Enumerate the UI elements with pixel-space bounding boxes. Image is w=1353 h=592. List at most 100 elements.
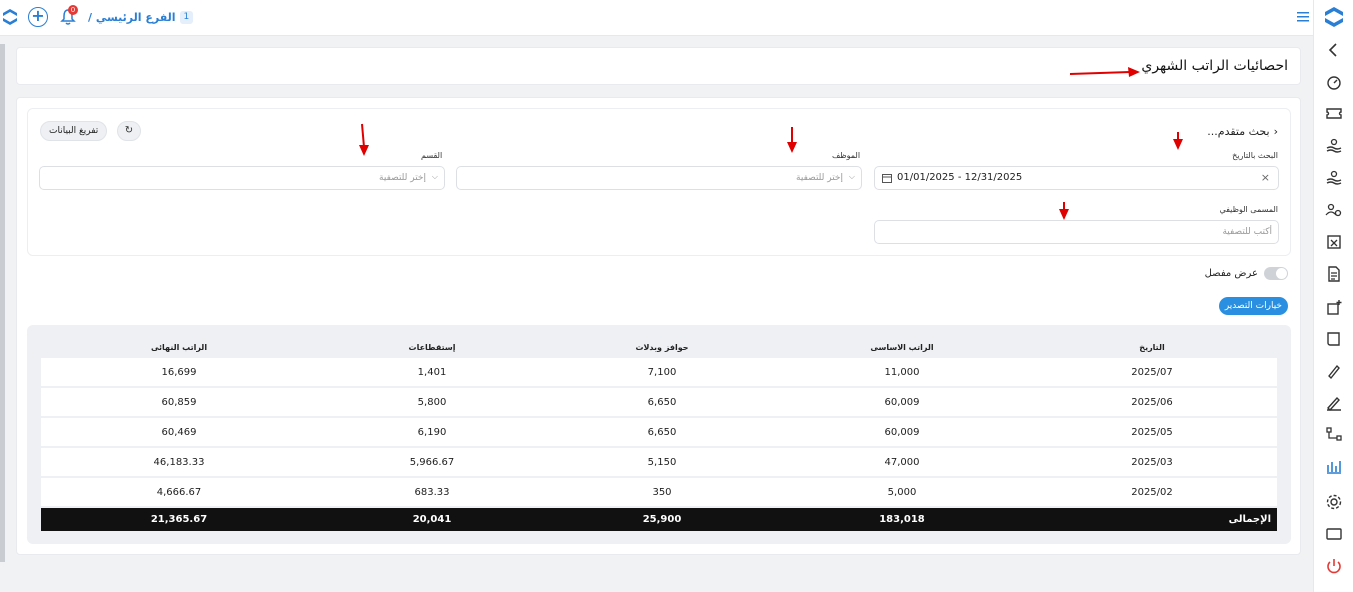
header-final-salary: الراتب النهائى	[150, 343, 208, 352]
department-select[interactable]: ⌵ إختر للتصفية	[39, 166, 445, 190]
gear-icon[interactable]	[1325, 493, 1343, 511]
date-range-input[interactable]: × 01/01/2025 - 12/31/2025	[874, 166, 1279, 190]
header-date: التاريخ	[1139, 343, 1165, 352]
top-bar: + 0 1 الفرع الرئيسي /	[0, 0, 1313, 36]
document-x-icon[interactable]	[1325, 233, 1343, 251]
header-basic-salary: الراتب الاساسى	[870, 343, 934, 352]
add-button[interactable]: +	[28, 7, 48, 27]
cell-basic: 5,000	[777, 476, 1027, 508]
bar-chart-icon[interactable]	[1325, 457, 1343, 475]
toggle-switch[interactable]	[1264, 267, 1288, 280]
sidebar	[1313, 0, 1353, 592]
cell-date: 2025/05	[1027, 416, 1277, 448]
job-title-label: المسمى الوظيفي	[1219, 205, 1278, 214]
total-deductions: 20,041	[317, 507, 547, 531]
hand-money-icon[interactable]	[1325, 136, 1343, 154]
advanced-search-toggle[interactable]: ‹ بحث متقدم...	[1207, 125, 1278, 138]
dashboard-icon[interactable]	[1325, 73, 1343, 91]
table-row: 2025/02 5,000 350 683.33 4,666.67	[41, 476, 1277, 508]
ticket-icon[interactable]	[1325, 104, 1343, 122]
notification-badge: 0	[68, 5, 78, 15]
table-row: 2025/07 11,000 7,100 1,401 16,699	[41, 356, 1277, 388]
salary-stats-table: التاريخ الراتب الاساسى حوافز وبدلات إستق…	[41, 339, 1277, 531]
annotation-arrow-department	[359, 123, 369, 156]
cell-date: 2025/02	[1027, 476, 1277, 508]
department-placeholder: إختر للتصفية	[379, 173, 426, 183]
hierarchy-icon[interactable]	[1325, 425, 1343, 443]
cell-deductions: 1,401	[317, 356, 547, 388]
branch-number: 1	[179, 10, 194, 24]
cell-basic: 11,000	[777, 356, 1027, 388]
total-allowances: 25,900	[547, 507, 777, 531]
advanced-search-label: بحث متقدم...	[1207, 125, 1270, 138]
scrollbar[interactable]	[0, 44, 5, 562]
refresh-button[interactable]: ↻	[117, 121, 141, 141]
total-basic: 183,018	[777, 507, 1027, 531]
chevron-down-icon: ⌵	[431, 172, 438, 181]
employee-label: الموظف	[832, 151, 861, 160]
table-row: 2025/06 60,009 6,650 5,800 60,859	[41, 386, 1277, 418]
book-icon[interactable]	[1325, 330, 1343, 348]
chevron-left-icon[interactable]	[1325, 41, 1343, 59]
totals-row: الإجمالى 183,018 25,900 20,041 21,365.67	[41, 507, 1277, 531]
signature-icon[interactable]	[1325, 394, 1343, 412]
total-final: 21,365.67	[41, 507, 317, 531]
annotation-arrow-employee	[787, 127, 797, 153]
table-header-row: التاريخ الراتب الاساسى حوافز وبدلات إستق…	[41, 339, 1277, 357]
employee-placeholder: إختر للتصفية	[796, 173, 843, 183]
pen-check-icon[interactable]	[1325, 362, 1343, 380]
annotation-arrow-date	[1173, 132, 1183, 150]
cell-allowances: 6,650	[547, 416, 777, 448]
cell-date: 2025/07	[1027, 356, 1277, 388]
job-title-input[interactable]: أكتب للتصفية	[874, 220, 1279, 244]
clear-x-icon[interactable]: ×	[1261, 171, 1270, 184]
hamburger-menu-icon[interactable]	[1297, 11, 1309, 22]
branch-breadcrumb[interactable]: 1 الفرع الرئيسي /	[88, 9, 194, 25]
date-label: البحث بالتاريخ	[1232, 151, 1278, 160]
branch-name: الفرع الرئيسي /	[88, 10, 176, 24]
cell-date: 2025/06	[1027, 386, 1277, 418]
cell-final: 4,666.67	[41, 476, 317, 508]
totals-label: الإجمالى	[1027, 507, 1277, 531]
cell-basic: 60,009	[777, 416, 1027, 448]
cell-allowances: 5,150	[547, 446, 777, 478]
cell-deductions: 5,966.67	[317, 446, 547, 478]
chevron-left-icon: ‹	[1273, 125, 1278, 138]
annotation-arrow-job-title	[1059, 202, 1069, 220]
refresh-icon: ↻	[124, 125, 134, 136]
export-options-button[interactable]: خيارات التصدير	[1218, 297, 1288, 315]
stats-table-container: التاريخ الراتب الاساسى حوافز وبدلات إستق…	[27, 325, 1291, 544]
cell-deductions: 683.33	[317, 476, 547, 508]
power-icon[interactable]	[1325, 557, 1343, 575]
chevron-down-icon: ⌵	[848, 172, 855, 181]
cell-final: 16,699	[41, 356, 317, 388]
cell-date: 2025/03	[1027, 446, 1277, 478]
detail-view-label: عرض مفصل	[1204, 268, 1258, 279]
department-label: القسم	[421, 151, 443, 160]
document-icon[interactable]	[1325, 265, 1343, 283]
header-allowances: حوافز وبدلات	[635, 343, 689, 352]
cell-final: 60,469	[41, 416, 317, 448]
employee-select[interactable]: ⌵ إختر للتصفية	[456, 166, 862, 190]
monitor-icon[interactable]	[1325, 525, 1343, 543]
detail-view-toggle[interactable]: عرض مفصل	[1205, 267, 1288, 280]
hand-money-2-icon[interactable]	[1325, 168, 1343, 186]
table-row: 2025/05 60,009 6,650 6,190 60,469	[41, 416, 1277, 448]
annotation-arrow-title	[1069, 67, 1140, 77]
sidebar-logo-icon[interactable]	[1324, 6, 1344, 28]
page-title: احصائيات الراتب الشهري	[1141, 58, 1288, 74]
cell-allowances: 6,650	[547, 386, 777, 418]
clear-data-button[interactable]: تفريغ البيانات	[40, 121, 108, 141]
cell-allowances: 7,100	[547, 356, 777, 388]
cell-basic: 47,000	[777, 446, 1027, 478]
table-row: 2025/03 47,000 5,150 5,966.67 46,183.33	[41, 446, 1277, 478]
users-gear-icon[interactable]	[1325, 201, 1343, 219]
cell-deductions: 5,800	[317, 386, 547, 418]
app-logo-icon[interactable]	[2, 8, 18, 26]
cell-deductions: 6,190	[317, 416, 547, 448]
header-deductions: إستقطاعات	[408, 343, 456, 352]
date-range-value: 01/01/2025 - 12/31/2025	[897, 172, 1023, 183]
cell-final: 60,859	[41, 386, 317, 418]
filter-panel: ‹ بحث متقدم... تفريغ البيانات ↻ البحث با…	[27, 108, 1291, 256]
box-add-icon[interactable]	[1325, 298, 1343, 316]
